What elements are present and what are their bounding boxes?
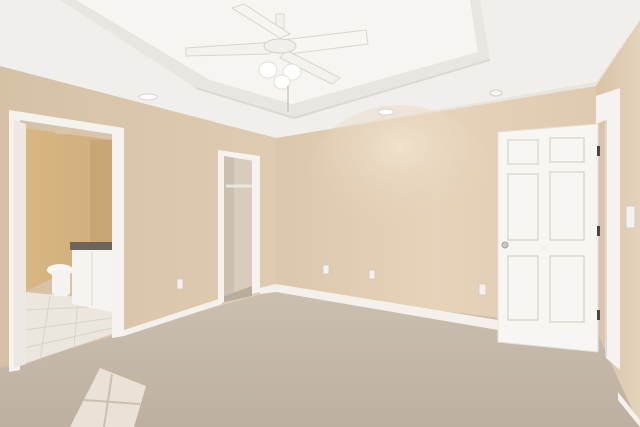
scene-svg	[0, 0, 640, 427]
entry-door[interactable]	[497, 123, 599, 353]
smoke-detector-icon	[489, 89, 503, 97]
recessed-light-icon	[138, 93, 158, 101]
outlet-icon	[368, 269, 376, 280]
bath-toilet-base	[52, 270, 70, 296]
bath-wall-side	[90, 140, 112, 252]
bath-door-frame-right	[112, 128, 124, 338]
outlet-icon	[478, 283, 487, 296]
outlet-icon	[176, 278, 184, 290]
recessed-light-icon	[377, 108, 395, 116]
closet-side	[224, 156, 234, 296]
door-handle-icon[interactable]	[501, 241, 509, 249]
light-switch-icon[interactable]	[625, 205, 636, 229]
bath-door-edge	[14, 120, 26, 368]
bedroom-photo	[0, 0, 640, 427]
recessed-light-icon	[54, 129, 74, 135]
bath-vanity-top	[70, 242, 112, 250]
closet-frame-right	[252, 158, 260, 294]
outlet-icon	[322, 264, 330, 275]
closet-frame-left	[218, 150, 224, 304]
wall-light-glow	[310, 105, 490, 245]
